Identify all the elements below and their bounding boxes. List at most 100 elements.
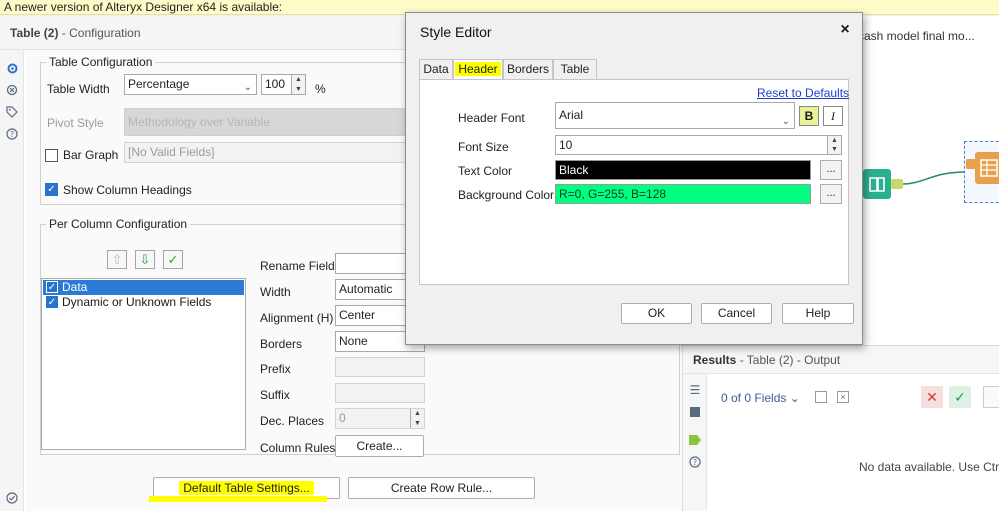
help-icon[interactable]: ? bbox=[4, 126, 20, 142]
width-label: Width bbox=[260, 285, 291, 299]
fields-dropdown[interactable]: 0 of 0 Fields ⌄ bbox=[721, 391, 800, 405]
results-sidebar: ☰ ? bbox=[683, 374, 707, 511]
suffix-label: Suffix bbox=[260, 388, 290, 402]
per-column-legend: Per Column Configuration bbox=[49, 217, 188, 231]
create-column-rule-button[interactable]: Create... bbox=[335, 435, 424, 457]
table-width-label: Table Width bbox=[47, 82, 110, 96]
chevron-down-icon: ⌄ bbox=[781, 116, 790, 127]
list-item-checkbox[interactable]: ✓ bbox=[46, 281, 58, 293]
table-width-number[interactable]: 100 ▲ ▼ bbox=[261, 74, 306, 95]
table-width-dropdown[interactable]: Percentage ⌄ bbox=[124, 74, 257, 95]
input-tool-icon[interactable] bbox=[863, 169, 891, 199]
list-item-checkbox[interactable]: ✓ bbox=[46, 296, 58, 308]
config-sidebar: ? bbox=[0, 50, 24, 511]
arrow-up-icon: ⇧ bbox=[111, 251, 123, 267]
pivot-style-dropdown[interactable]: Methodology over Variable bbox=[124, 108, 409, 136]
configuration-title: Table (2) - Configuration bbox=[10, 26, 141, 40]
chevron-down-icon: ⌄ bbox=[243, 82, 252, 93]
rename-field-label: Rename Field bbox=[260, 259, 335, 273]
spinner-buttons[interactable]: ▲ ▼ bbox=[291, 75, 305, 94]
table-config-legend: Table Configuration bbox=[49, 55, 153, 69]
list-item-dynamic-fields[interactable]: ✓ Dynamic or Unknown Fields bbox=[43, 295, 244, 310]
dialog-title: Style Editor bbox=[420, 24, 492, 40]
search-icon[interactable] bbox=[983, 386, 999, 408]
tab-strip: Data Header Borders Table bbox=[419, 59, 849, 80]
background-color-swatch[interactable]: R=0, G=255, B=128 bbox=[555, 184, 811, 204]
suffix-input[interactable] bbox=[335, 383, 425, 403]
dec-places-label: Dec. Places bbox=[260, 414, 325, 428]
tab-data[interactable]: Data bbox=[419, 59, 453, 79]
prefix-label: Prefix bbox=[260, 362, 291, 376]
font-size-stepper[interactable]: 10 ▲ ▼ bbox=[555, 135, 842, 155]
default-table-settings-label: Default Table Settings... bbox=[179, 481, 314, 495]
text-color-picker-button[interactable]: ... bbox=[820, 160, 842, 180]
workflow-tab[interactable]: cash model final mo... bbox=[858, 26, 999, 46]
alignment-label: Alignment (H) bbox=[260, 311, 334, 325]
italic-button[interactable]: I bbox=[823, 106, 843, 126]
tab-header[interactable]: Header bbox=[453, 59, 503, 80]
results-panel: Results - Table (2) - Output ☰ ? 0 of 0 … bbox=[682, 345, 999, 511]
tab-table[interactable]: Table bbox=[553, 59, 597, 79]
ok-button[interactable]: OK bbox=[621, 303, 692, 324]
close-icon[interactable]: × bbox=[836, 21, 854, 39]
reset-to-defaults-link[interactable]: Reset to Defaults bbox=[757, 86, 849, 100]
style-editor-dialog: Style Editor × Data Header Borders Table… bbox=[405, 12, 863, 345]
output-anchor[interactable] bbox=[891, 179, 903, 189]
edit-icon[interactable] bbox=[815, 391, 827, 403]
chevron-down-icon: ⌄ bbox=[789, 391, 800, 405]
checkmark-icon[interactable]: ✓ bbox=[949, 386, 971, 408]
list-icon[interactable]: ☰ bbox=[687, 382, 703, 398]
highlight-underline bbox=[149, 496, 327, 502]
checkmark-icon: ✓ bbox=[167, 251, 179, 267]
dec-places-stepper[interactable]: 0 ▲ ▼ bbox=[335, 408, 425, 429]
bar-graph-label: Bar Graph bbox=[63, 148, 119, 162]
header-font-dropdown[interactable]: Arial ⌄ bbox=[555, 102, 795, 129]
list-item-data[interactable]: ✓ Data bbox=[43, 280, 244, 295]
column-rules-label: Column Rules bbox=[260, 441, 336, 455]
cancel-button[interactable]: Cancel bbox=[701, 303, 772, 324]
results-title: Results - Table (2) - Output bbox=[693, 353, 841, 367]
borders-label: Borders bbox=[260, 337, 303, 351]
check-all-button[interactable]: ✓ bbox=[163, 250, 183, 269]
show-headings-label: Show Column Headings bbox=[63, 183, 192, 197]
arrow-down-icon: ⇩ bbox=[139, 251, 151, 267]
text-color-swatch[interactable]: Black bbox=[555, 160, 811, 180]
tab-borders[interactable]: Borders bbox=[503, 59, 553, 79]
table-icon[interactable] bbox=[687, 404, 703, 420]
fields-listbox[interactable]: ✓ Data ✓ Dynamic or Unknown Fields bbox=[41, 278, 246, 450]
svg-text:?: ? bbox=[10, 130, 14, 139]
percent-sign: % bbox=[315, 82, 326, 96]
show-headings-checkbox[interactable]: ✓ bbox=[45, 183, 58, 196]
bold-button[interactable]: B bbox=[799, 106, 819, 126]
move-down-button[interactable]: ⇩ bbox=[135, 250, 155, 269]
connection-line bbox=[903, 171, 965, 185]
connection-icon[interactable] bbox=[4, 82, 20, 98]
background-color-label: Background Color bbox=[458, 188, 555, 202]
font-size-label: Font Size bbox=[458, 140, 509, 154]
close-icon[interactable]: ✕ bbox=[921, 386, 943, 408]
spinner-buttons[interactable]: ▲ ▼ bbox=[410, 409, 424, 428]
help-icon[interactable]: ? bbox=[687, 454, 703, 470]
help-button[interactable]: Help bbox=[782, 303, 854, 324]
prefix-input[interactable] bbox=[335, 357, 425, 377]
pivot-style-label: Pivot Style bbox=[47, 116, 104, 130]
table-tool-icon[interactable] bbox=[975, 152, 999, 184]
header-font-label: Header Font bbox=[458, 111, 525, 125]
create-row-rule-button[interactable]: Create Row Rule... bbox=[348, 477, 535, 499]
tag-icon[interactable] bbox=[4, 104, 20, 120]
empty-message: No data available. Use Ctrl+ bbox=[859, 460, 999, 474]
results-header: Results - Table (2) - Output bbox=[683, 346, 999, 374]
move-up-button[interactable]: ⇧ bbox=[107, 250, 127, 269]
bar-graph-dropdown[interactable]: [No Valid Fields] bbox=[124, 142, 409, 163]
tab-header-label: Header bbox=[455, 62, 501, 76]
header-tab-page: Reset to Defaults Header Font Arial ⌄ B I… bbox=[419, 79, 849, 285]
check-circle-icon[interactable] bbox=[4, 490, 20, 506]
text-color-label: Text Color bbox=[458, 164, 513, 178]
background-color-picker-button[interactable]: ... bbox=[820, 184, 842, 204]
svg-text:?: ? bbox=[693, 458, 697, 467]
clear-icon[interactable]: × bbox=[837, 391, 849, 403]
spinner-buttons[interactable]: ▲ ▼ bbox=[827, 136, 841, 154]
bar-graph-checkbox[interactable] bbox=[45, 149, 58, 162]
gear-icon[interactable] bbox=[4, 60, 20, 76]
tag-icon[interactable] bbox=[687, 432, 703, 448]
